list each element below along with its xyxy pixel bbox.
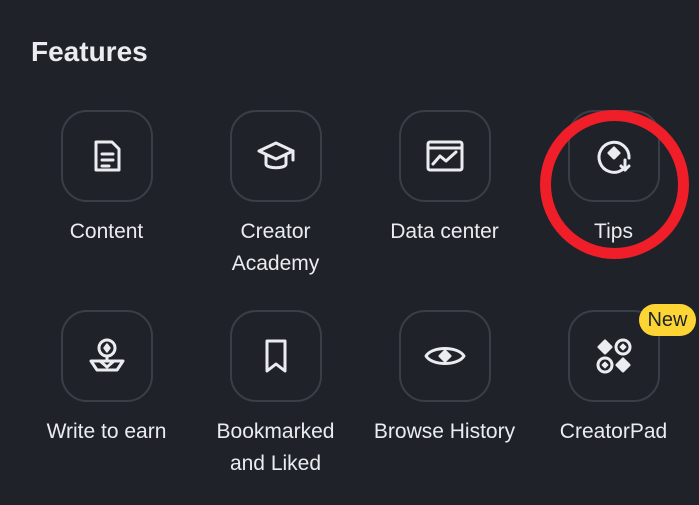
bookmark-icon <box>265 339 286 373</box>
coin-hand-icon <box>89 338 124 372</box>
creator-pad-icon <box>596 338 631 374</box>
feature-label: Bookmarked and Liked <box>216 420 335 475</box>
feature-tips[interactable]: Tips <box>529 110 698 248</box>
feature-icon-box[interactable] <box>229 310 322 402</box>
feature-label: Creator Academy <box>231 220 320 275</box>
feature-label: Tips <box>594 220 633 243</box>
feature-label: Content <box>69 220 144 243</box>
feature-icon-box[interactable] <box>398 110 491 202</box>
feature-content[interactable]: Content <box>22 110 191 248</box>
graduation-cap-icon <box>257 141 294 170</box>
feature-icon-box[interactable] <box>229 110 322 202</box>
feature-bookmarked-and-liked[interactable]: Bookmarked and Liked <box>191 310 360 480</box>
chart-window-icon <box>426 140 463 172</box>
feature-icon-box[interactable] <box>567 110 660 202</box>
new-badge: New <box>639 304 696 336</box>
features-page: Features Content Creator Academy Data ce… <box>0 0 699 505</box>
feature-icon-box[interactable] <box>398 310 491 402</box>
feature-label: Write to earn <box>46 420 167 443</box>
feature-label: Data center <box>390 220 499 243</box>
feature-write-to-earn[interactable]: Write to earn <box>22 310 191 448</box>
feature-label: Browse History <box>373 420 516 443</box>
tips-icon <box>597 140 631 174</box>
feature-creator-academy[interactable]: Creator Academy <box>191 110 360 280</box>
feature-browse-history[interactable]: Browse History <box>360 310 529 448</box>
feature-icon-box[interactable] <box>60 310 153 402</box>
document-icon <box>94 140 120 172</box>
feature-icon-box[interactable]: New <box>567 304 696 402</box>
eye-icon <box>424 347 465 365</box>
feature-creatorpad[interactable]: New CreatorPad <box>529 304 698 448</box>
feature-label: CreatorPad <box>559 420 668 443</box>
feature-icon-box[interactable] <box>60 110 153 202</box>
section-title: Features <box>31 36 148 67</box>
feature-data-center[interactable]: Data center <box>360 110 529 248</box>
